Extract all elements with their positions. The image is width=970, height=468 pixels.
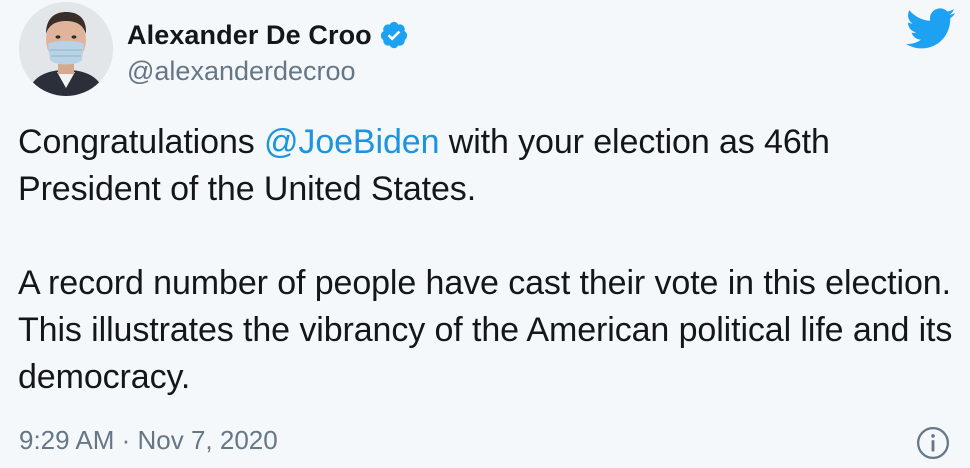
tweet-timestamp[interactable]: 9:29 AM · Nov 7, 2020 bbox=[19, 425, 278, 456]
mention-link[interactable]: @JoeBiden bbox=[264, 123, 440, 161]
author-name-row: Alexander De Croo bbox=[127, 15, 409, 55]
avatar-image bbox=[19, 2, 113, 96]
author-display-name[interactable]: Alexander De Croo bbox=[127, 20, 372, 51]
tweet-card: Alexander De Croo @alexanderdecroo Congr… bbox=[0, 0, 970, 468]
tweet-paragraph-1: Congratulations @JoeBiden with your elec… bbox=[18, 119, 953, 213]
tweet-time: 9:29 AM bbox=[19, 425, 115, 455]
tweet-paragraph-2: A record number of people have cast thei… bbox=[18, 264, 953, 396]
twitter-bird-icon[interactable] bbox=[906, 8, 956, 50]
verified-badge-icon bbox=[380, 21, 407, 49]
avatar[interactable] bbox=[19, 2, 113, 96]
meta-separator: · bbox=[114, 425, 138, 455]
info-icon[interactable] bbox=[916, 426, 950, 460]
tweet-date: Nov 7, 2020 bbox=[137, 425, 278, 455]
tweet-text-before-mention: Congratulations bbox=[18, 123, 264, 161]
tweet-text: Congratulations @JoeBiden with your elec… bbox=[18, 119, 953, 401]
author-handle[interactable]: @alexanderdecroo bbox=[127, 56, 356, 87]
